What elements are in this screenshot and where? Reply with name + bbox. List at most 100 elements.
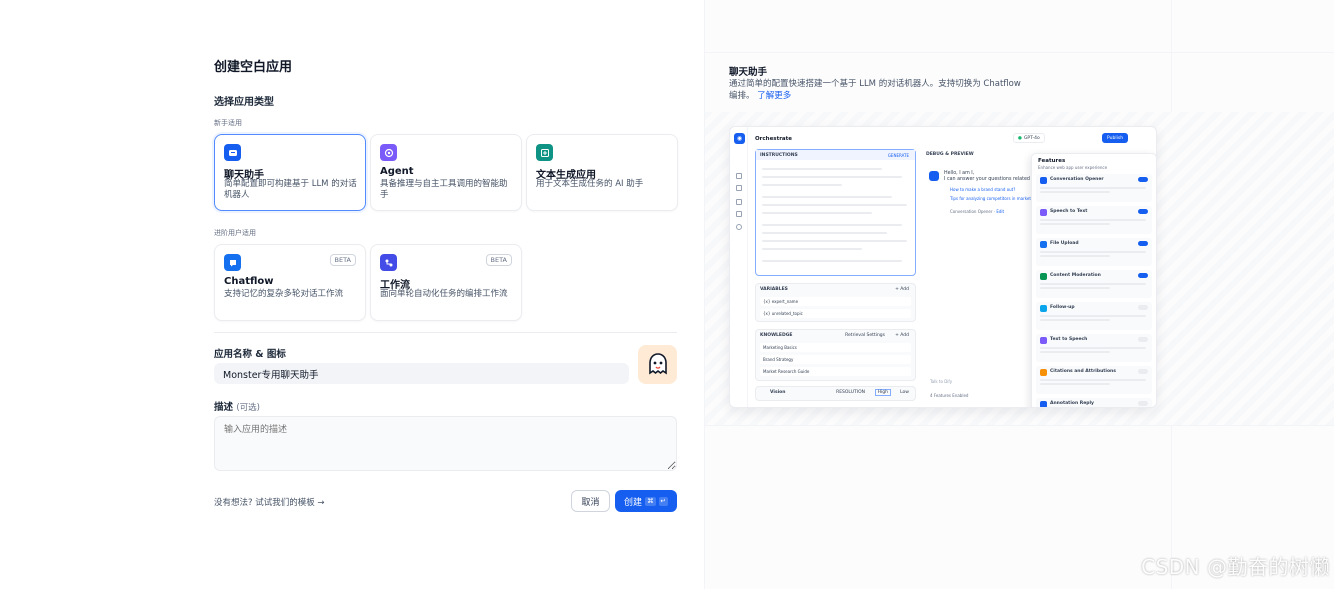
text-line: [762, 168, 882, 170]
cmd-key-icon: ⌘: [645, 496, 656, 506]
text-line: [1040, 287, 1110, 289]
mock-feature-item: Citations and Attributions: [1036, 366, 1152, 394]
beta-badge: BETA: [329, 254, 356, 266]
mock-var-row: {x} expert_name: [760, 297, 911, 306]
preview-title: 聊天助手: [729, 67, 768, 78]
sidebar-icon: [736, 211, 742, 217]
mock-features-enabled: 4 Features Enabled: [930, 393, 969, 398]
feature-name: Annotation Reply: [1050, 401, 1094, 406]
toggle-switch: [1138, 401, 1148, 406]
text-generate-icon: [536, 144, 553, 161]
text-line: [1040, 283, 1146, 285]
text-line: [762, 240, 907, 242]
cancel-button[interactable]: 取消: [571, 490, 610, 512]
mock-heading: Orchestrate: [755, 136, 792, 142]
mock-model-selector: ● GPT-4o: [1013, 133, 1045, 143]
text-line: [1040, 383, 1110, 385]
text-line: [762, 176, 902, 178]
text-line: [762, 248, 862, 250]
toggle-switch: [1138, 241, 1148, 246]
description-textarea[interactable]: [214, 416, 677, 471]
beta-badge: BETA: [485, 254, 512, 266]
feature-name: Citations and Attributions: [1050, 369, 1116, 374]
feature-icon: [1040, 209, 1047, 216]
mock-var-row: {x} unrelated_topic: [760, 309, 911, 318]
mock-feature-item: Content Moderation: [1036, 270, 1152, 298]
app-type-card-text-generation[interactable]: 文本生成应用 用于文本生成任务的 AI 助手: [526, 134, 678, 211]
divider: [214, 332, 677, 333]
create-form-panel: 创建空白应用 选择应用类型 新手适用 聊天助手 简单配置即可构建基于 LLM 的…: [0, 0, 704, 589]
mock-features-panel: Features Enhance web app user experience…: [1031, 153, 1156, 407]
feature-name: Speech to Text: [1050, 209, 1088, 214]
chat-bubble-icon: [224, 144, 241, 161]
chatflow-icon: [224, 254, 241, 271]
text-line: [1040, 251, 1146, 253]
app-type-card-chat-assistant[interactable]: 聊天助手 简单配置即可构建基于 LLM 的对话机器人: [214, 134, 366, 211]
mock-retrieval: Retrieval Settings: [845, 333, 885, 338]
app-type-card-chatflow[interactable]: BETA Chatflow 支持记忆的复杂多轮对话工作流: [214, 244, 366, 321]
mock-kb-row: Brand Strategy: [760, 355, 911, 364]
workflow-icon: [380, 254, 397, 271]
app-icon-picker[interactable]: [638, 345, 677, 384]
group-label-advanced: 进阶用户适用: [214, 229, 256, 237]
toggle-switch: [1138, 209, 1148, 214]
mock-variables-title: VARIABLES: [760, 287, 788, 292]
preview-description: 通过简单的配置快速搭建一个基于 LLM 的对话机器人。支持切换为 Chatflo…: [729, 79, 1021, 101]
app-name-input[interactable]: [214, 363, 629, 384]
mock-question: Tips for analyzing competitors in market: [950, 196, 1031, 201]
bot-avatar-icon: [929, 171, 939, 181]
template-link[interactable]: 没有想法? 试试我们的模板 →: [214, 496, 325, 508]
mock-sidebar: ◉: [730, 127, 748, 407]
sidebar-icon: [736, 173, 742, 179]
mock-knowledge-title: KNOWLEDGE: [760, 333, 793, 338]
text-line: [1040, 255, 1110, 257]
mock-opener: Conversation Opener · Edit: [950, 209, 1005, 214]
create-app-dialog: 创建空白应用 选择应用类型 新手适用 聊天助手 简单配置即可构建基于 LLM 的…: [0, 0, 1334, 589]
watermark: CSDN @勤奋的树懒: [1141, 555, 1330, 579]
mock-vision: Vision RESOLUTION High Low: [755, 386, 916, 401]
sidebar-icon: [736, 185, 742, 191]
toggle-switch: [1138, 177, 1148, 182]
mock-question: How to make a brand stand out?: [950, 187, 1016, 192]
mock-low: Low: [900, 390, 909, 395]
text-line: [762, 184, 842, 186]
mock-feature-item: Annotation Reply: [1036, 398, 1152, 407]
create-button[interactable]: 创建 ⌘ ↵: [615, 490, 677, 512]
card-desc: 用于文本生成任务的 AI 助手: [536, 179, 644, 189]
learn-more-link[interactable]: 了解更多: [757, 91, 791, 101]
card-name: Agent: [380, 166, 414, 177]
preview-panel: 聊天助手 通过简单的配置快速搭建一个基于 LLM 的对话机器人。支持切换为 Ch…: [704, 0, 1334, 589]
optional-hint: (可选): [236, 403, 260, 413]
mock-generate: GENERATE: [887, 153, 909, 158]
agent-icon: [380, 144, 397, 161]
text-line: [762, 260, 902, 262]
description-label: 描述 (可选): [214, 402, 260, 413]
feature-icon: [1040, 401, 1047, 407]
card-name: Chatflow: [224, 276, 274, 287]
text-line: [1040, 319, 1110, 321]
ghost-emoji-icon: [648, 352, 667, 374]
text-line: [1040, 379, 1146, 381]
feature-icon: [1040, 241, 1047, 248]
feature-icon: [1040, 177, 1047, 184]
group-label-beginner: 新手适用: [214, 119, 242, 127]
sidebar-icon: [736, 199, 742, 205]
feature-name: Follow-up: [1050, 305, 1075, 310]
mock-features-title: Features: [1038, 158, 1066, 164]
mock-features-subtitle: Enhance web app user experience: [1038, 165, 1108, 170]
feature-name: Content Moderation: [1050, 273, 1101, 278]
section-app-type-title: 选择应用类型: [214, 97, 274, 108]
feature-name: File Upload: [1050, 241, 1079, 246]
robot-icon: ◉: [734, 133, 745, 144]
text-line: [762, 224, 902, 226]
feature-icon: [1040, 273, 1047, 280]
mock-debug-panel: DEBUG & PREVIEW Hello, I am I, I can answ…: [926, 149, 1031, 405]
enter-key-icon: ↵: [658, 496, 668, 506]
feature-icon: [1040, 305, 1047, 312]
app-type-card-agent[interactable]: Agent 具备推理与自主工具调用的智能助手: [370, 134, 522, 211]
app-type-card-workflow[interactable]: BETA 工作流 面向单轮自动化任务的编排工作流: [370, 244, 522, 321]
grid-line: [705, 52, 1334, 53]
text-line: [1040, 347, 1146, 349]
feature-name: Text to Speech: [1050, 337, 1088, 342]
text-line: [762, 212, 872, 214]
